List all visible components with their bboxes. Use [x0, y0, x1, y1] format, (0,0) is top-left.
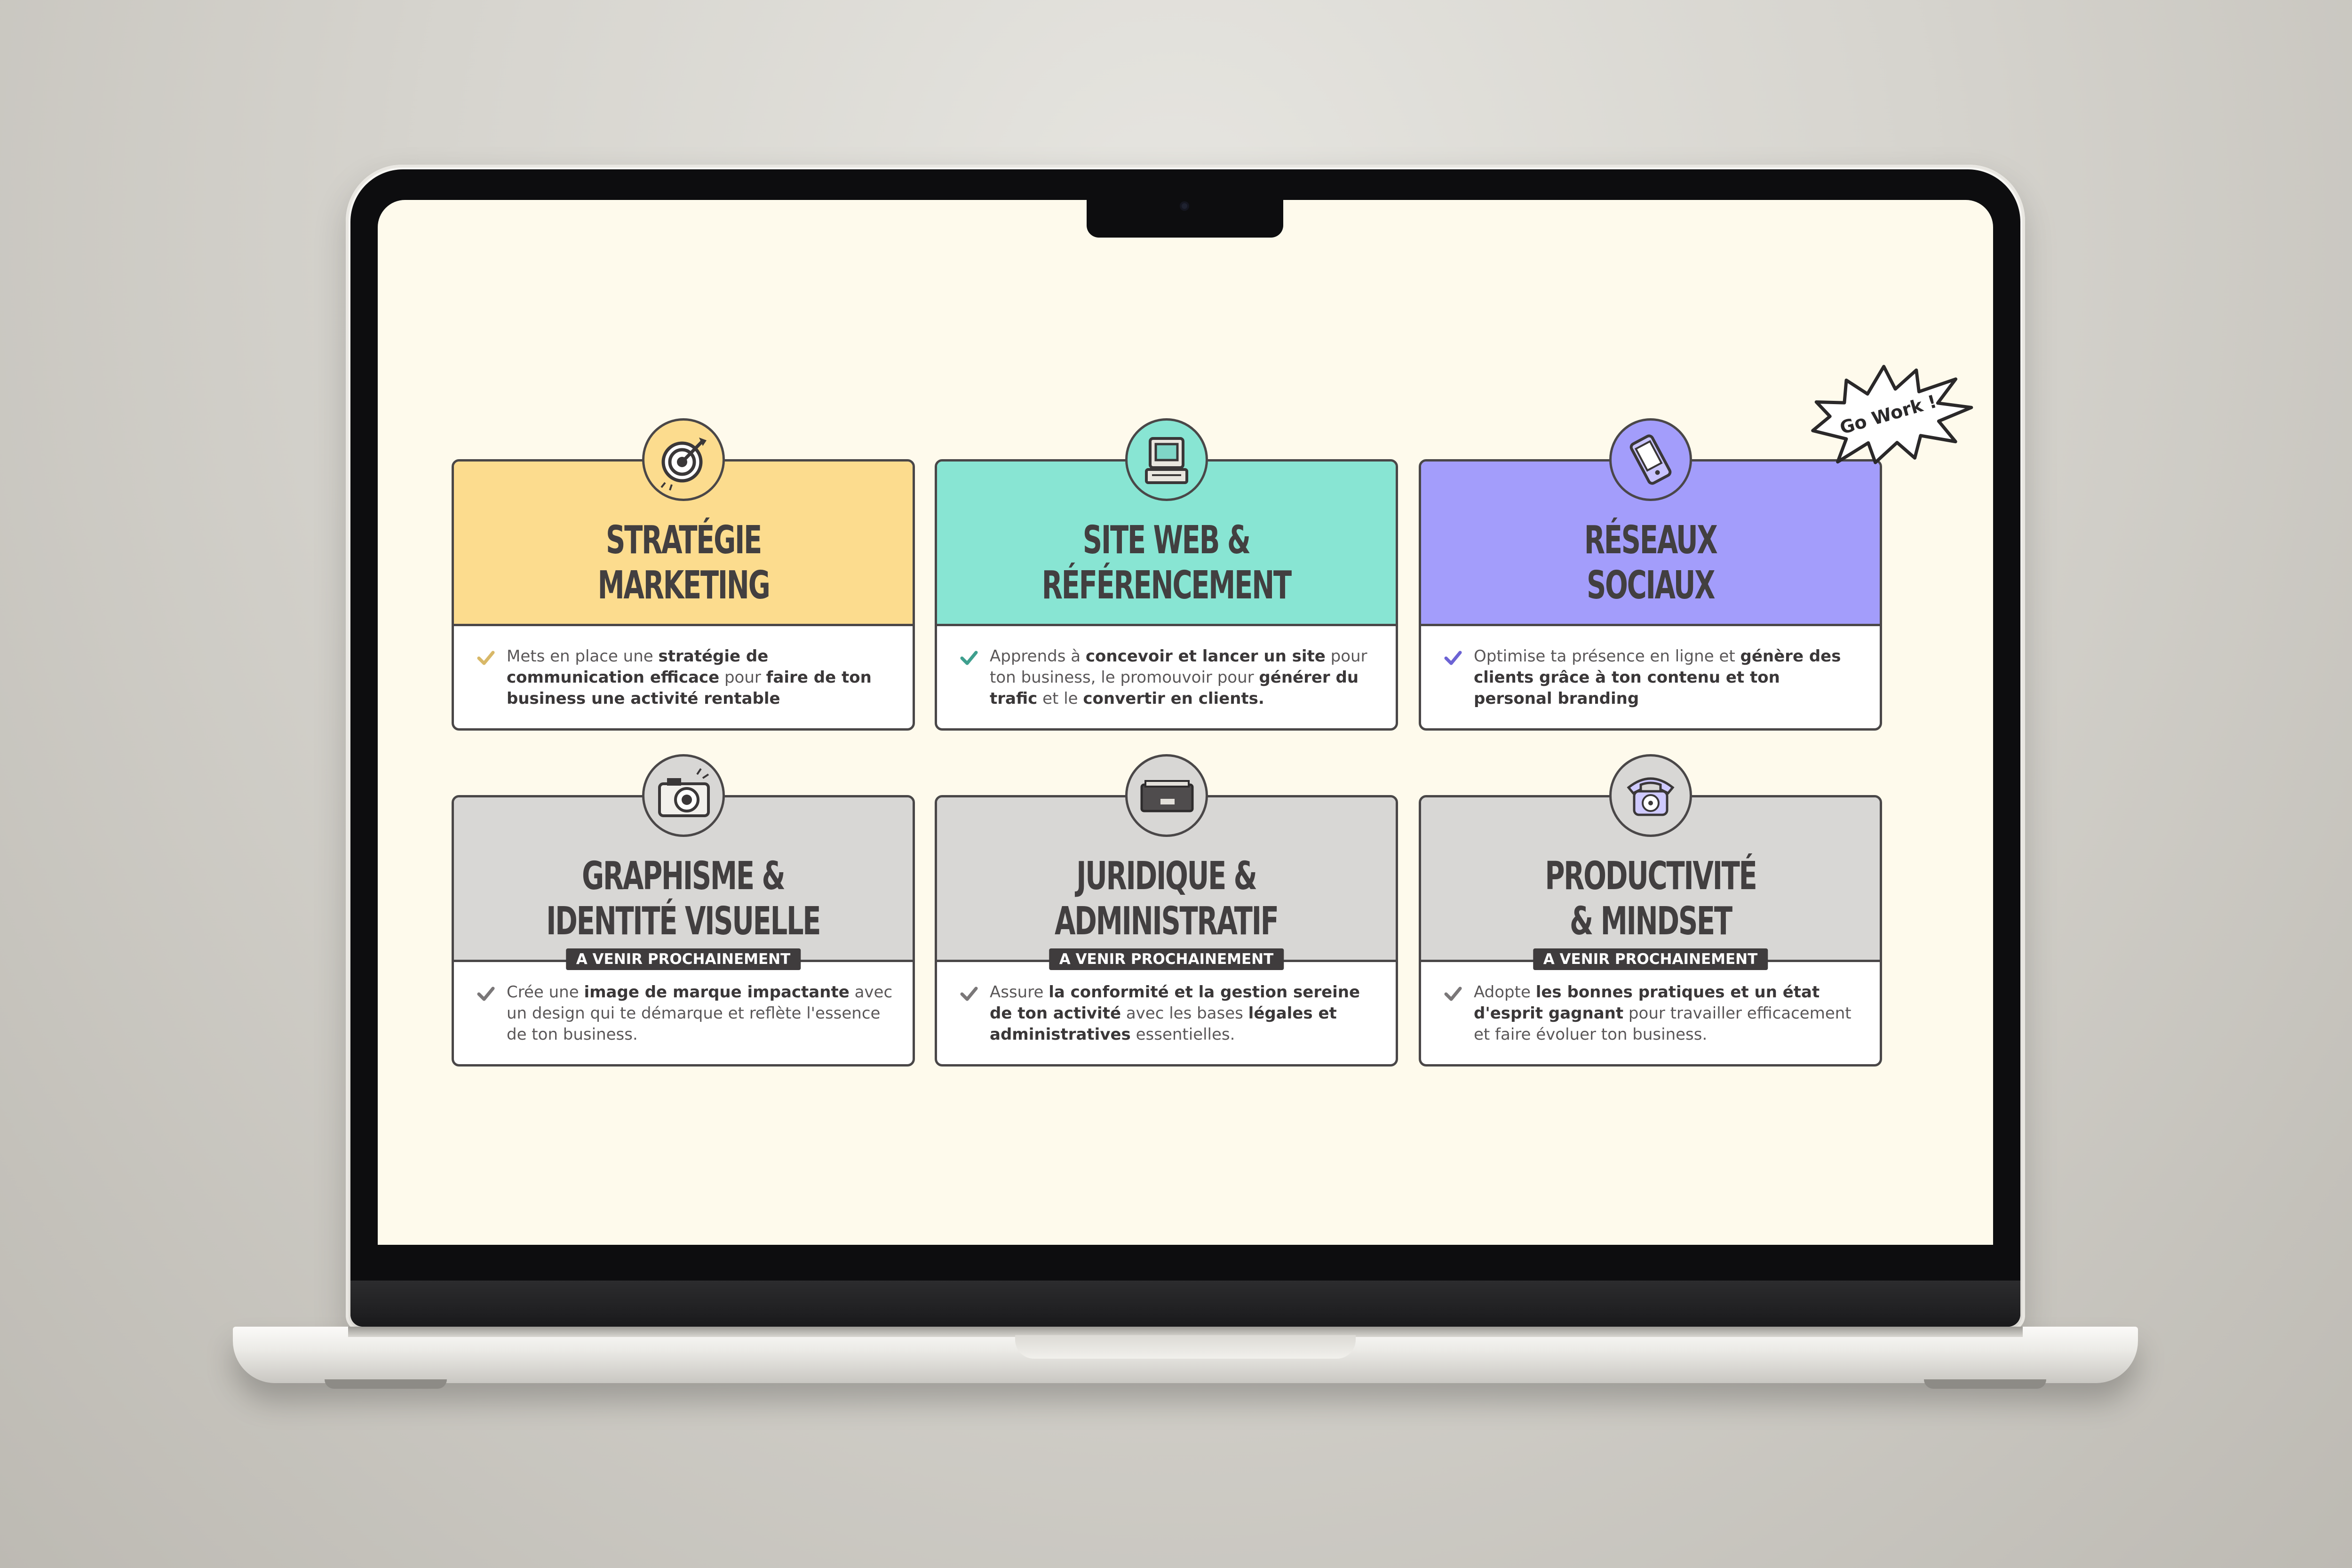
card-description: Adopte les bonnes pratiques et un état d…	[1474, 982, 1861, 1045]
card-header: JURIDIQUE & ADMINISTRATIF A VENIR PROCHAIN…	[937, 754, 1396, 970]
check-icon	[1444, 651, 1462, 665]
card-title: PRODUCTIVITÉ & MINDSET	[1544, 854, 1757, 944]
card-title: JURIDIQUE & ADMINISTRATIF	[1055, 854, 1279, 944]
description-text: essentielles.	[1130, 1025, 1235, 1044]
card-body: Optimise ta présence en ligne et génère …	[1421, 626, 1880, 728]
description-text: Apprends à	[990, 647, 1086, 666]
card-header: GRAPHISME & IDENTITÉ VISUELLE A VENIR PROC…	[454, 754, 913, 970]
telephone-icon	[1609, 754, 1692, 837]
description-text: Mets en place une	[507, 647, 659, 666]
card-title-line: & MINDSET	[1569, 899, 1732, 944]
card-title-line: STRATÉGIE	[605, 518, 762, 563]
card-body: Adopte les bonnes pratiques et un état d…	[1421, 962, 1880, 1064]
phone-icon	[1609, 418, 1692, 501]
card-body: Apprends à concevoir et lancer un site p…	[937, 626, 1396, 728]
laptop-foot	[1924, 1379, 2046, 1389]
lid-opener-notch	[1015, 1335, 1356, 1359]
card-description: Optimise ta présence en ligne et génère …	[1474, 646, 1861, 709]
coming-soon-badge: A VENIR PROCHAINEMENT	[1049, 948, 1284, 970]
course-card[interactable]: JURIDIQUE & ADMINISTRATIF A VENIR PROCHAIN…	[935, 754, 1398, 1067]
card-title-line: RÉSEAUX	[1584, 518, 1718, 563]
check-icon	[477, 987, 495, 1001]
camera-icon	[642, 754, 725, 837]
card-body: Assure la conformité et la gestion serei…	[937, 962, 1396, 1064]
coming-soon-badge: A VENIR PROCHAINEMENT	[1533, 948, 1768, 970]
card-title-line: SITE WEB &	[1083, 518, 1251, 563]
card-title: SITE WEB & RÉFÉRENCEMENT	[1041, 518, 1292, 608]
card-title: RÉSEAUX SOCIAUX	[1584, 518, 1718, 608]
course-card[interactable]: RÉSEAUX SOCIAUX Optimise ta présence en li…	[1419, 418, 1882, 731]
card-title-line: JURIDIQUE &	[1076, 854, 1257, 899]
course-card[interactable]: SITE WEB & RÉFÉRENCEMENT Apprends à concev…	[935, 418, 1398, 731]
computer-icon	[1125, 418, 1208, 501]
screen-chin	[350, 1281, 2020, 1327]
laptop-foot	[325, 1379, 447, 1389]
course-card[interactable]: PRODUCTIVITÉ & MINDSET A VENIR PROCHAINEME…	[1419, 754, 1882, 1067]
card-description: Assure la conformité et la gestion serei…	[990, 982, 1377, 1045]
check-icon	[1444, 987, 1462, 1001]
description-text: Assure	[990, 983, 1049, 1002]
description-text: avec les bases	[1121, 1004, 1248, 1023]
description-emphasis: image de marque impactante	[584, 983, 850, 1002]
course-card[interactable]: GRAPHISME & IDENTITÉ VISUELLE A VENIR PROC…	[452, 754, 915, 1067]
camera-icon	[1180, 201, 1189, 211]
card-description: Crée une image de marque impactante avec…	[507, 982, 894, 1045]
description-text: Crée une	[507, 983, 584, 1002]
card-title-line: MARKETING	[597, 563, 770, 608]
card-header: RÉSEAUX SOCIAUX	[1421, 418, 1880, 626]
course-card[interactable]: STRATÉGIE MARKETING Mets en place une stra…	[452, 418, 915, 731]
description-text: Adopte	[1474, 983, 1536, 1002]
card-title-line: SOCIAUX	[1586, 563, 1716, 608]
card-header: PRODUCTIVITÉ & MINDSET A VENIR PROCHAINEME…	[1421, 754, 1880, 970]
check-icon	[477, 651, 495, 665]
description-emphasis: convertir en clients.	[1083, 689, 1264, 708]
coming-soon-badge: A VENIR PROCHAINEMENT	[565, 948, 801, 970]
description-text: Optimise ta présence en ligne et	[1474, 647, 1740, 666]
card-title-line: IDENTITÉ VISUELLE	[546, 899, 821, 944]
card-title: STRATÉGIE MARKETING	[597, 518, 770, 608]
card-body: Crée une image de marque impactante avec…	[454, 962, 913, 1064]
card-header: STRATÉGIE MARKETING	[454, 418, 913, 626]
description-text: et le	[1037, 689, 1083, 708]
check-icon	[960, 651, 978, 665]
target-icon	[642, 418, 725, 501]
description-emphasis: concevoir et lancer un site	[1085, 647, 1326, 666]
card-description: Mets en place une stratégie de communica…	[507, 646, 894, 709]
check-icon	[960, 987, 978, 1001]
card-body: Mets en place une stratégie de communica…	[454, 626, 913, 728]
go-work-sticker: Go Work !	[1811, 365, 1973, 464]
card-title-line: ADMINISTRATIF	[1055, 899, 1279, 944]
card-description: Apprends à concevoir et lancer un site p…	[990, 646, 1377, 709]
description-text: pour	[719, 668, 766, 687]
card-title: GRAPHISME & IDENTITÉ VISUELLE	[546, 854, 821, 944]
drawer-icon	[1125, 754, 1208, 837]
card-title-line: PRODUCTIVITÉ	[1544, 854, 1757, 899]
card-title-line: GRAPHISME &	[582, 854, 786, 899]
card-header: SITE WEB & RÉFÉRENCEMENT	[937, 418, 1396, 626]
card-title-line: RÉFÉRENCEMENT	[1041, 563, 1292, 608]
